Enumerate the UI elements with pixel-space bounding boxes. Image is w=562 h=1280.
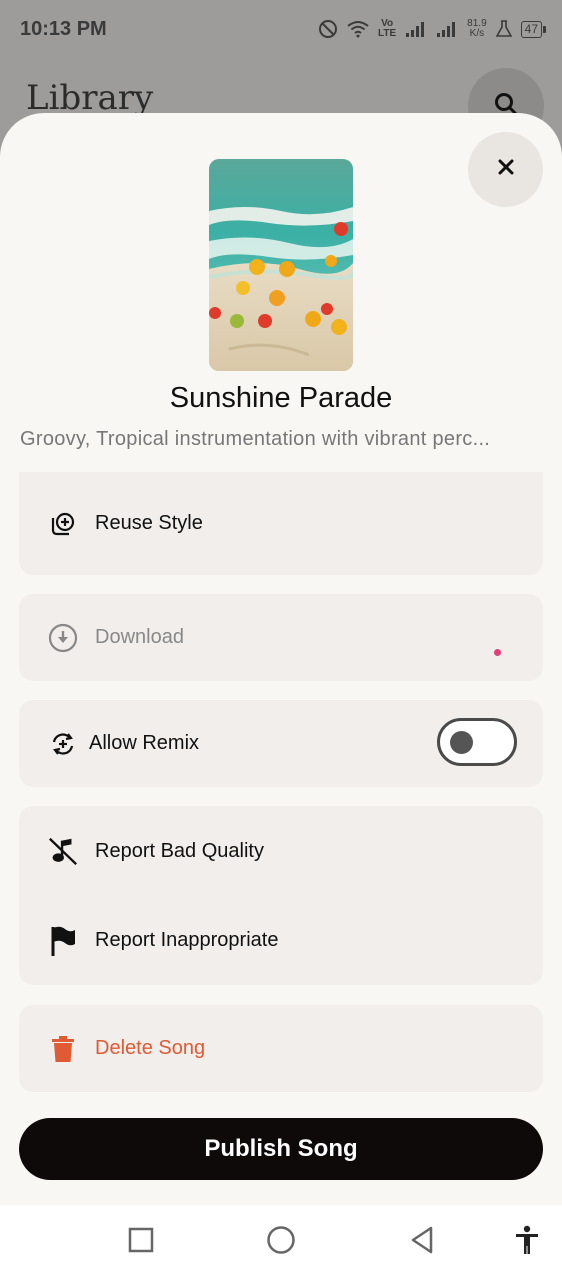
reuse-style-label: Reuse Style [95, 512, 203, 534]
allow-remix-toggle[interactable] [437, 718, 517, 766]
song-cover-image [209, 159, 353, 371]
report-bad-quality-label: Report Bad Quality [95, 839, 264, 862]
flask-icon [495, 20, 512, 38]
status-time: 10:13 PM [20, 17, 107, 40]
report-bad-quality-option[interactable]: Report Bad Quality [19, 806, 543, 896]
recents-square-icon [128, 1227, 154, 1258]
delete-song-option[interactable]: Delete Song [19, 1005, 543, 1092]
publish-song-button[interactable]: Publish Song [19, 1118, 543, 1180]
signal-icon [436, 20, 458, 38]
volte-indicator: Vo LTE [378, 19, 396, 39]
home-button[interactable] [259, 1205, 303, 1280]
system-nav-bar [0, 1205, 562, 1280]
status-icons: Vo LTE 81.9 K/s 47 [318, 19, 547, 39]
remix-icon [47, 728, 79, 760]
home-circle-icon [266, 1225, 296, 1260]
reuse-style-option[interactable]: Reuse Style [19, 472, 543, 575]
reuse-style-icon [47, 508, 79, 540]
do-not-disturb-icon [318, 19, 338, 39]
back-triangle-icon [409, 1225, 435, 1260]
wifi-icon [347, 20, 369, 38]
status-bar: 10:13 PM Vo LTE 81.9 K/s 47 [0, 0, 562, 58]
back-button[interactable] [400, 1205, 444, 1280]
report-options-group: Report Bad Quality Report Inappropriate [19, 806, 543, 985]
trash-icon [47, 1033, 79, 1065]
report-inappropriate-label: Report Inappropriate [95, 929, 279, 951]
close-icon [497, 158, 515, 181]
delete-song-label: Delete Song [95, 1037, 206, 1059]
recents-button[interactable] [120, 1205, 162, 1280]
report-inappropriate-option[interactable]: Report Inappropriate [19, 896, 543, 985]
net-speed-unit: K/s [469, 28, 485, 39]
accessibility-icon [513, 1225, 541, 1260]
net-speed: 81.9 K/s [467, 19, 486, 39]
song-title: Sunshine Parade [169, 382, 393, 414]
signal-icon [405, 20, 427, 38]
music-off-icon [47, 835, 79, 867]
download-icon [47, 622, 79, 654]
accessibility-button[interactable] [506, 1205, 548, 1280]
download-option[interactable]: Download [19, 594, 543, 681]
download-label: Download [95, 626, 184, 648]
flag-icon [47, 925, 79, 957]
volte-bottom: LTE [378, 28, 397, 39]
battery-icon: 47 [520, 20, 547, 38]
loading-indicator [494, 649, 501, 656]
allow-remix-label: Allow Remix [89, 732, 200, 754]
song-description: Groovy, Tropical instrumentation with vi… [20, 428, 491, 450]
library-title: Library [26, 78, 154, 118]
allow-remix-option: Allow Remix [19, 700, 543, 787]
close-button[interactable] [468, 132, 543, 207]
toggle-knob [450, 731, 473, 754]
